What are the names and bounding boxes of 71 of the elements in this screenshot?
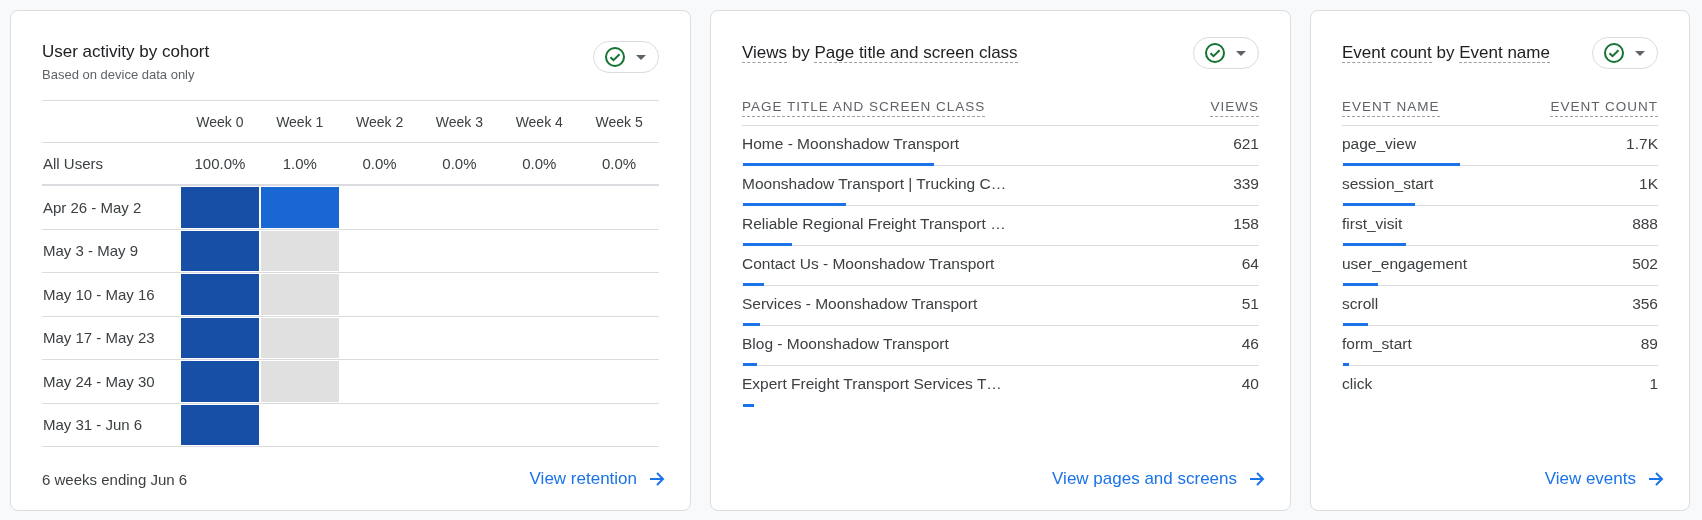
status-dropdown[interactable] [1592,37,1658,69]
cohort-label: May 10 - May 16 [43,285,155,303]
card-subtitle: Based on device data only [42,67,196,82]
row-value: 40 [1241,375,1259,393]
caret-icon [1236,50,1246,56]
row-value: 51 [1241,294,1259,313]
column-header: Week 5 [595,113,643,130]
retention-value: 100.0% [194,155,246,172]
cohort-label: May 24 - May 30 [43,372,155,390]
row-name: session_start [1342,174,1434,193]
row-name: Services - Moonshadow Transport [742,294,978,313]
row-value: 339 [1233,174,1259,193]
row-name: scroll [1342,294,1379,313]
cohort-label: May 3 - May 9 [43,242,139,260]
row-name: first_visit [1342,214,1403,233]
column-header[interactable]: EVENT COUNT [1550,99,1658,117]
view-link[interactable]: View pages and screens [1048,465,1269,493]
row-value: 1.7K [1626,134,1658,153]
caret-icon [636,54,646,60]
check-circle-icon [1603,42,1625,64]
column-header[interactable]: EVENT NAME [1342,99,1440,117]
row-value: 64 [1241,254,1259,273]
column-header: Week 4 [515,113,563,130]
row-name: form_start [1342,334,1412,353]
column-header: Week 0 [196,113,244,130]
row-name: Blog - Moonshadow Transport [742,334,949,353]
row-value: 502 [1632,254,1658,273]
cohort-label: May 31 - Jun 6 [43,416,143,434]
column-header[interactable]: VIEWS [1210,99,1259,117]
row-value: 158 [1233,214,1259,233]
row-value: 356 [1632,294,1658,313]
row-name: Moonshadow Transport | Trucking C… [742,174,1007,193]
status-dropdown[interactable] [593,41,659,73]
row-value: 1 [1649,375,1658,393]
cohort-label: Apr 26 - May 2 [43,198,142,216]
arrow-right-icon [649,471,665,487]
retention-value: 0.0% [601,155,637,172]
retention-value: 0.0% [362,155,397,172]
row-value: 46 [1241,334,1259,353]
row-name: page_view [1342,134,1417,153]
view-link[interactable]: View retention [525,465,669,493]
cohort-label: May 17 - May 23 [43,329,155,347]
check-circle-icon [1204,42,1226,64]
retention-value: 0.0% [522,155,557,172]
footnote: 6 weeks ending Jun 6 [42,470,188,488]
column-header: Week 2 [355,113,404,130]
card-title: Views by Page title and screen class [742,42,1018,64]
column-header[interactable]: PAGE TITLE AND SCREEN CLASS [742,99,986,117]
arrow-right-icon [1249,471,1265,487]
row-name: user_engagement [1342,254,1467,273]
retention-value: 0.0% [442,155,477,172]
row-name: Home - Moonshadow Transport [742,134,960,153]
row-name: click [1342,375,1373,393]
caret-icon [1635,50,1645,56]
row-value: 1K [1639,174,1658,193]
retention-value: 1.0% [282,155,317,172]
card-title: User activity by cohort [42,41,210,63]
arrow-right-icon [1648,471,1664,487]
row-name: Expert Freight Transport Services T… [742,375,1002,393]
row-name: Contact Us - Moonshadow Transport [742,254,995,273]
check-circle-icon [604,46,626,68]
column-header: Week 3 [435,113,483,130]
row-value: 621 [1233,134,1259,153]
status-dropdown[interactable] [1193,37,1259,69]
column-header: Week 1 [276,113,324,130]
row-name: Reliable Regional Freight Transport … [742,214,1006,233]
row-value: 888 [1632,214,1658,233]
card-title: Event count by Event name [1342,42,1550,64]
row-value: 89 [1640,334,1658,353]
row-label: All Users [43,155,103,172]
view-link[interactable]: View events [1540,465,1668,493]
